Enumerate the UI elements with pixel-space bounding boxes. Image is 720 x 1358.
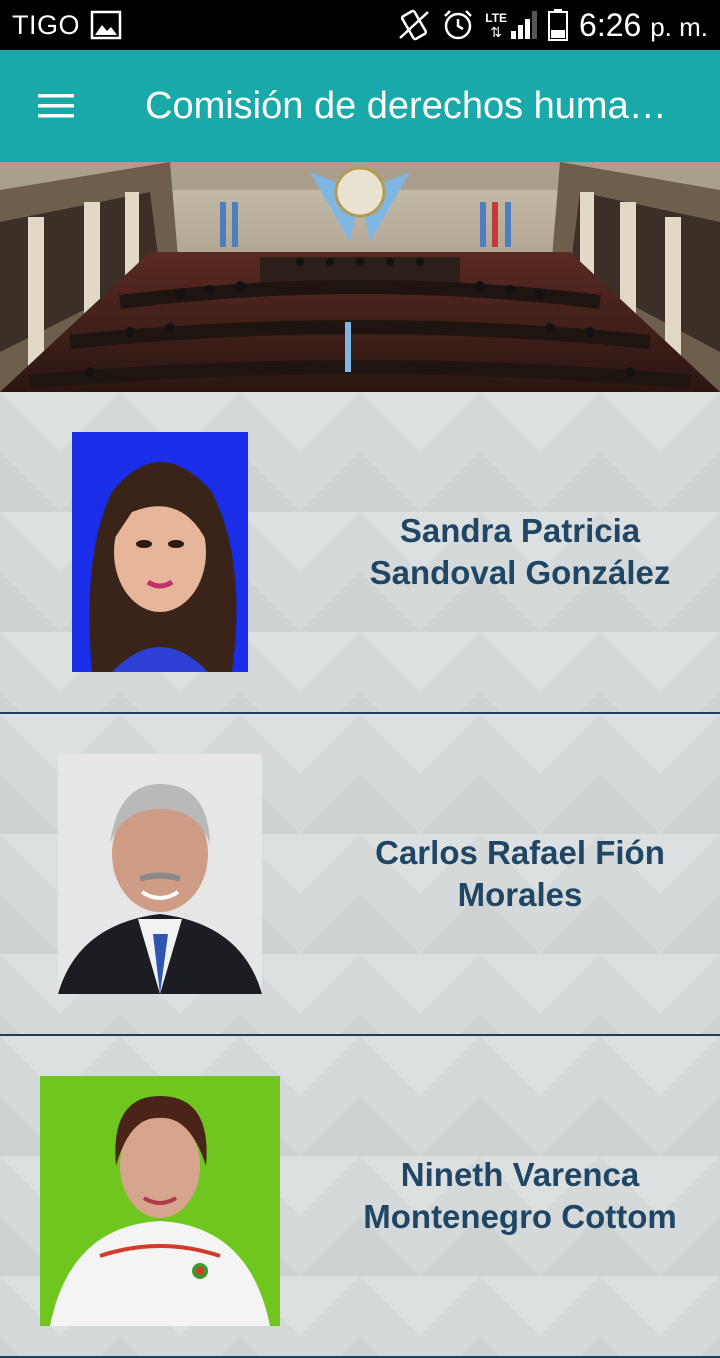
gallery-notification-icon <box>90 10 122 40</box>
status-right: LTE ⇅ 6:26 p. m. <box>397 7 708 44</box>
member-photo <box>58 754 262 994</box>
alarm-icon <box>444 10 473 40</box>
menu-button[interactable] <box>0 50 112 162</box>
status-left: TIGO <box>12 9 122 41</box>
member-row[interactable]: Nineth Varenca Montenegro Cottom <box>0 1036 720 1358</box>
signal-lte-icon: LTE ⇅ <box>485 11 538 39</box>
member-photo <box>40 1076 280 1326</box>
hamburger-menu-icon <box>38 94 74 118</box>
member-row[interactable]: Carlos Rafael Fión Morales <box>0 714 720 1036</box>
app-bar: Comisión de derechos huma… <box>0 50 720 162</box>
congress-banner-image <box>0 162 720 392</box>
vibrate-icon <box>399 9 430 41</box>
network-type-label: LTE <box>485 11 508 25</box>
clock-ampm: p. m. <box>650 11 708 42</box>
clock-time: 6:26 <box>579 6 642 43</box>
member-name: Carlos Rafael Fión Morales <box>375 834 665 913</box>
member-name: Nineth Varenca Montenegro Cottom <box>363 1156 677 1235</box>
battery-icon <box>548 9 569 41</box>
member-photo <box>72 432 248 672</box>
page-title: Comisión de derechos huma… <box>145 84 667 127</box>
member-list: Sandra Patricia Sandoval González Carlos… <box>0 392 720 1358</box>
member-name: Sandra Patricia Sandoval González <box>369 512 671 591</box>
member-row[interactable]: Sandra Patricia Sandoval González <box>0 392 720 714</box>
status-bar: TIGO LTE ⇅ 6:26 p. m. <box>0 0 720 50</box>
clock: 6:26 p. m. <box>579 7 708 44</box>
carrier-label: TIGO <box>12 9 80 40</box>
